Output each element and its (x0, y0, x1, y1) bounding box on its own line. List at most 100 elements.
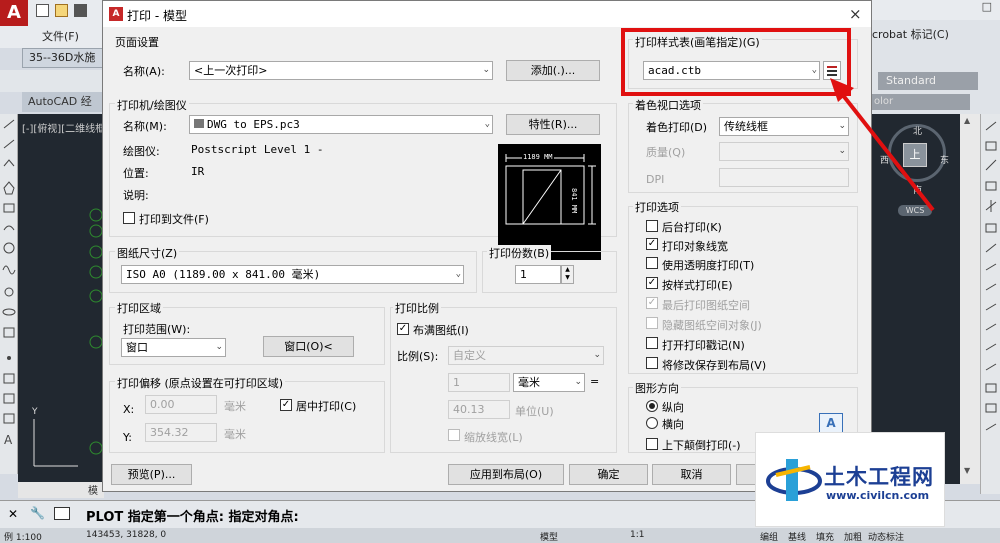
cancel-button[interactable]: 取消 (652, 464, 731, 485)
watermark-title: 土木工程网 (824, 465, 934, 489)
portrait-radio[interactable] (646, 400, 658, 412)
fit-to-paper-checkbox[interactable]: ✓ (397, 323, 409, 335)
open-file-icon[interactable] (55, 4, 68, 17)
printer-name-label: 名称(M): (123, 120, 167, 133)
watermark-logo: 土木工程网 www.civilcn.com (755, 432, 945, 527)
option-label: 隐藏图纸空间对象(J) (662, 319, 762, 332)
preview-button[interactable]: 预览(P)... (111, 464, 192, 485)
modify-toolbar (980, 114, 1000, 494)
preview-width: 1189 MM (522, 153, 554, 161)
shade-plot-value: 传统线框 (724, 120, 768, 133)
status-group[interactable]: 编组 (760, 530, 778, 543)
draw-tools-icons[interactable]: A (0, 114, 18, 454)
plot-transparency-checkbox[interactable] (646, 257, 658, 269)
status-dynamic[interactable]: 动态标注 (868, 530, 904, 543)
autocad-logo-icon[interactable]: A (0, 0, 28, 26)
offset-x-input[interactable]: 0.00 (145, 395, 217, 414)
plot-offset-group (109, 381, 385, 453)
scale-value-2-input[interactable]: 40.13 (448, 400, 510, 419)
center-plot-checkbox[interactable]: ✓ (280, 399, 292, 411)
portrait-label: 纵向 (662, 401, 684, 414)
fit-to-paper-label: 布满图纸(I) (413, 324, 469, 337)
add-page-setup-button[interactable]: 添加(.)... (506, 60, 600, 81)
printer-icon (54, 507, 70, 520)
plot-with-styles-checkbox[interactable]: ✓ (646, 277, 658, 289)
plot-range-select[interactable]: 窗口 ⌄ (121, 338, 226, 357)
status-bold[interactable]: 加粗 (844, 530, 862, 543)
wrench-icon[interactable]: 🔧 (30, 506, 45, 520)
scale-value-1-input[interactable]: 1 (448, 373, 510, 392)
save-icon[interactable] (74, 4, 87, 17)
offset-y-unit: 毫米 (224, 428, 246, 441)
status-bar: 例 1:100 143453, 31828, 0 模型 1:1 编组 基线 填充… (0, 528, 1000, 543)
page-setup-name-value: <上一次打印> (194, 64, 268, 77)
plot-stamp-checkbox[interactable] (646, 337, 658, 349)
copies-input[interactable]: 1 (515, 265, 561, 284)
option-label: 将修改保存到布局(V) (662, 359, 767, 372)
offset-y-label: Y: (123, 431, 132, 444)
status-fill[interactable]: 填充 (816, 530, 834, 543)
menu-file[interactable]: 文件(F) (42, 28, 79, 44)
viewport-label[interactable]: [-][俯视][二维线框 (22, 120, 105, 135)
acrobat-menu[interactable]: crobat 标记(C) (872, 26, 949, 42)
toolbar-row (0, 70, 102, 92)
modify-tools-icons[interactable] (981, 114, 1000, 494)
background-plot-checkbox[interactable] (646, 220, 658, 232)
plot-scale-heading: 打印比例 (393, 300, 441, 316)
window-select-button[interactable]: 窗口(O)< (263, 336, 354, 357)
watermark-url: www.civilcn.com (826, 489, 930, 502)
page-setup-name-select[interactable]: <上一次打印> ⌄ (189, 61, 493, 80)
scale-ratio-select[interactable]: 自定义 ⌄ (448, 346, 604, 365)
plot-offset-heading: 打印偏移 (原点设置在可打印区域) (115, 375, 286, 391)
status-ratio[interactable]: 1:1 (630, 530, 644, 540)
scale-unit2-label: 单位(U) (515, 405, 554, 418)
quality-label: 质量(Q) (646, 146, 686, 159)
new-file-icon[interactable] (36, 4, 49, 17)
close-button[interactable]: × (849, 5, 862, 23)
command-prompt: PLOT 指定第一个角点: 指定对角点: (86, 510, 299, 525)
scale-ratio-label: 比例(S): (397, 350, 439, 363)
hide-paperspace-checkbox[interactable] (646, 317, 658, 329)
dpi-label: DPI (646, 173, 665, 186)
center-plot-label: 居中打印(C) (296, 400, 357, 413)
restore-window-icon[interactable]: □ (982, 0, 992, 13)
paper-size-select[interactable]: ISO A0 (1189.00 x 841.00 毫米) ⌄ (121, 265, 464, 284)
plot-paperspace-last-checkbox[interactable]: ✓ (646, 297, 658, 309)
workspace-combo[interactable]: AutoCAD 经典 (22, 92, 102, 128)
close-cmd-icon[interactable]: ✕ (8, 507, 18, 521)
model-tab[interactable]: 模 (18, 482, 104, 498)
option-label: 按样式打印(E) (662, 279, 733, 292)
upside-down-checkbox[interactable] (646, 438, 658, 450)
printer-name-select[interactable]: DWG to EPS.pc3 ⌄ (189, 115, 493, 134)
page-setup-name-label: 名称(A): (123, 65, 165, 78)
option-label: 最后打印图纸空间 (662, 299, 750, 312)
scale-equals: = (590, 375, 600, 388)
drawing-canvas-left[interactable]: Y (18, 114, 104, 484)
ok-button[interactable]: 确定 (569, 464, 648, 485)
page-setup-heading: 页面设置 (113, 34, 161, 50)
shaded-viewport-heading: 着色视口选项 (633, 97, 703, 113)
status-scale[interactable]: 例 1:100 (4, 530, 42, 543)
status-baseline[interactable]: 基线 (788, 530, 806, 543)
copies-spinner[interactable]: ▲ ▼ (561, 265, 574, 284)
landscape-radio[interactable] (646, 417, 658, 429)
print-to-file-checkbox[interactable] (123, 212, 135, 224)
document-tab[interactable]: 35--36D水施 (22, 48, 112, 68)
status-model[interactable]: 模型 (540, 530, 558, 543)
dialog-title-bar[interactable]: A 打印 - 模型 × (103, 1, 871, 27)
option-label: 后台打印(K) (662, 221, 722, 234)
plot-range-label: 打印范围(W): (123, 323, 191, 336)
offset-y-input[interactable]: 354.32 (145, 423, 217, 442)
scale-lineweights-checkbox[interactable] (448, 429, 460, 441)
shade-plot-label: 着色打印(D) (646, 121, 708, 134)
apply-to-layout-button[interactable]: 应用到布局(O) (448, 464, 564, 485)
annotation-arrow (830, 78, 935, 212)
save-changes-checkbox[interactable] (646, 357, 658, 369)
svg-text:A: A (4, 433, 13, 447)
quick-access-toolbar (36, 4, 96, 22)
plot-lineweights-checkbox[interactable]: ✓ (646, 238, 658, 250)
scale-unit-select[interactable]: 毫米 ⌄ (513, 373, 585, 392)
plotter-value: Postscript Level 1 - (191, 143, 324, 156)
vertical-scrollbar[interactable]: ▲ ▼ (960, 114, 980, 484)
printer-properties-button[interactable]: 特性(R)... (506, 114, 600, 135)
